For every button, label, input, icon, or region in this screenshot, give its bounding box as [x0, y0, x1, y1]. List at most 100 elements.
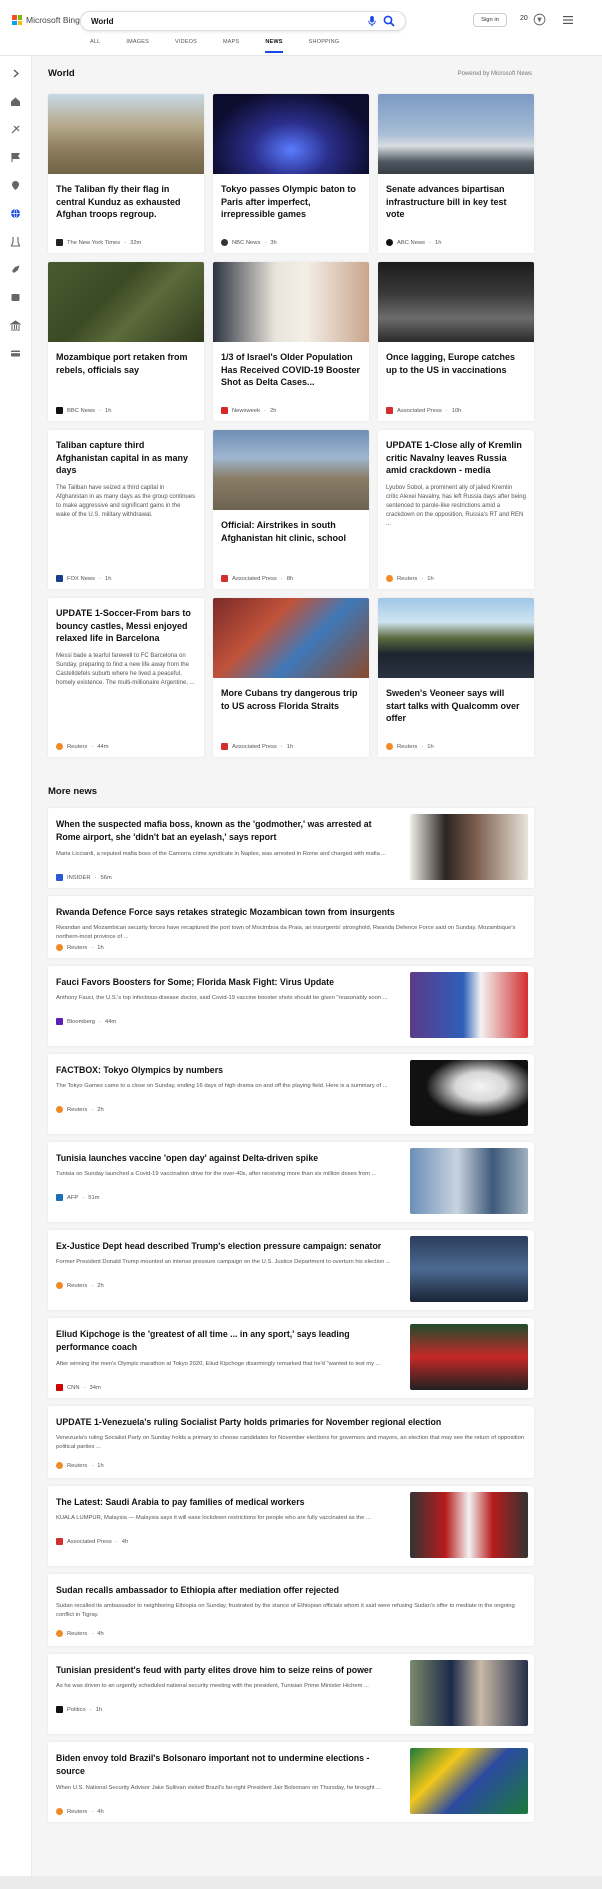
powered-by[interactable]: Powered by Microsoft News: [458, 71, 532, 77]
chevron-right-icon[interactable]: [10, 68, 21, 79]
business-icon[interactable]: [10, 320, 21, 331]
rocket-icon[interactable]: [10, 264, 21, 275]
list-item[interactable]: Ex-Justice Dept head described Trump's e…: [48, 1230, 534, 1310]
item-meta: Associated Press · 4h: [56, 1538, 128, 1545]
card-title[interactable]: Tokyo passes Olympic baton to Paris afte…: [213, 174, 369, 221]
location-icon[interactable]: [10, 180, 21, 191]
news-card[interactable]: UPDATE 1-Close ally of Kremlin critic Na…: [378, 430, 534, 589]
card-source: Associated Press: [397, 407, 442, 414]
card-time: 1h: [104, 407, 112, 414]
news-card[interactable]: Official: Airstrikes in south Afghanista…: [213, 430, 369, 589]
card-title[interactable]: Sweden's Veoneer says will start talks w…: [378, 678, 534, 725]
card-title[interactable]: Mozambique port retaken from rebels, off…: [48, 342, 204, 376]
search-input[interactable]: World: [91, 17, 114, 26]
tab-news[interactable]: NEWS: [265, 39, 283, 53]
item-time: 1h: [97, 944, 104, 951]
list-item[interactable]: Biden envoy told Brazil's Bolsonaro impo…: [48, 1742, 534, 1822]
search-box[interactable]: World: [80, 11, 406, 31]
home-icon[interactable]: [10, 96, 21, 107]
list-item[interactable]: Fauci Favors Boosters for Some; Florida …: [48, 966, 534, 1046]
card-source: Newsweek: [232, 407, 261, 414]
item-title[interactable]: UPDATE 1-Venezuela's ruling Socialist Pa…: [56, 1416, 526, 1429]
entertainment-icon[interactable]: [10, 292, 21, 303]
news-card[interactable]: Tokyo passes Olympic baton to Paris afte…: [213, 94, 369, 253]
card-title[interactable]: More Cubans try dangerous trip to US acr…: [213, 678, 369, 712]
left-rail: [0, 56, 32, 1876]
list-item[interactable]: Tunisia launches vaccine 'open day' agai…: [48, 1142, 534, 1222]
card-title[interactable]: Senate advances bipartisan infrastructur…: [378, 174, 534, 221]
news-card[interactable]: Once lagging, Europe catches up to the U…: [378, 262, 534, 421]
source-logo-icon: [221, 239, 228, 246]
item-title[interactable]: When the suspected mafia boss, known as …: [56, 818, 396, 843]
list-item[interactable]: Eliud Kipchoge is the 'greatest of all t…: [48, 1318, 534, 1398]
card-time: 1h: [104, 575, 112, 582]
card-time: 1h: [427, 575, 434, 582]
news-card[interactable]: Taliban capture third Afghanistan capita…: [48, 430, 204, 589]
tab-all[interactable]: ALL: [90, 39, 100, 53]
list-item[interactable]: FACTBOX: Tokyo Olympics by numbers The T…: [48, 1054, 534, 1134]
item-title[interactable]: Tunisia launches vaccine 'open day' agai…: [56, 1152, 396, 1165]
card-icon[interactable]: [10, 348, 21, 359]
item-title[interactable]: Sudan recalls ambassador to Ethiopia aft…: [56, 1584, 526, 1597]
item-title[interactable]: Ex-Justice Dept head described Trump's e…: [56, 1240, 396, 1253]
item-time: 4h: [97, 1630, 104, 1637]
science-icon[interactable]: [10, 236, 21, 247]
card-image: [213, 262, 369, 342]
card-source: FOX News: [67, 575, 96, 582]
source-logo-icon: [56, 874, 63, 881]
sign-in-button[interactable]: Sign in: [473, 13, 507, 27]
list-item[interactable]: When the suspected mafia boss, known as …: [48, 808, 534, 888]
list-item[interactable]: Tunisian president's feud with party eli…: [48, 1654, 534, 1734]
card-image: [213, 430, 369, 510]
card-meta: NBC News · 3h: [221, 239, 277, 246]
item-title[interactable]: Biden envoy told Brazil's Bolsonaro impo…: [56, 1752, 396, 1777]
list-item[interactable]: UPDATE 1-Venezuela's ruling Socialist Pa…: [48, 1406, 534, 1478]
card-title[interactable]: UPDATE 1-Close ally of Kremlin critic Na…: [378, 430, 534, 477]
list-item[interactable]: Sudan recalls ambassador to Ethiopia aft…: [48, 1574, 534, 1646]
item-title[interactable]: The Latest: Saudi Arabia to pay families…: [56, 1496, 396, 1509]
card-title[interactable]: Once lagging, Europe catches up to the U…: [378, 342, 534, 376]
source-logo-icon: [221, 743, 228, 750]
news-card[interactable]: Sweden's Veoneer says will start talks w…: [378, 598, 534, 757]
item-time: 44m: [104, 1018, 117, 1025]
source-logo-icon: [56, 1706, 63, 1713]
list-item[interactable]: Rwanda Defence Force says retakes strate…: [48, 896, 534, 958]
item-image: [410, 814, 528, 880]
rewards-icon[interactable]: [533, 13, 546, 26]
tab-images[interactable]: IMAGES: [126, 39, 149, 53]
card-title[interactable]: Official: Airstrikes in south Afghanista…: [213, 510, 369, 544]
item-title[interactable]: Rwanda Defence Force says retakes strate…: [56, 906, 526, 919]
news-card[interactable]: The Taliban fly their flag in central Ku…: [48, 94, 204, 253]
tab-shopping[interactable]: SHOPPING: [309, 39, 340, 53]
menu-icon[interactable]: [563, 16, 573, 24]
tab-videos[interactable]: VIDEOS: [175, 39, 197, 53]
item-source: Reuters: [67, 1630, 88, 1637]
item-source: Reuters: [67, 1808, 88, 1815]
card-title[interactable]: The Taliban fly their flag in central Ku…: [48, 174, 204, 221]
microphone-icon[interactable]: [367, 16, 377, 27]
item-source: Reuters: [67, 1106, 88, 1113]
sports-icon[interactable]: [10, 124, 21, 135]
news-card[interactable]: 1/3 of Israel's Older Population Has Rec…: [213, 262, 369, 421]
card-title[interactable]: Taliban capture third Afghanistan capita…: [48, 430, 204, 477]
card-meta: Newsweek · 2h: [221, 407, 276, 414]
item-title[interactable]: Fauci Favors Boosters for Some; Florida …: [56, 976, 396, 989]
card-title[interactable]: UPDATE 1-Soccer-From bars to bouncy cast…: [48, 598, 204, 645]
tab-maps[interactable]: MAPS: [223, 39, 239, 53]
rewards-points[interactable]: 20: [520, 15, 528, 22]
item-title[interactable]: FACTBOX: Tokyo Olympics by numbers: [56, 1064, 396, 1077]
bing-logo[interactable]: Microsoft Bing: [12, 15, 80, 25]
source-logo-icon: [221, 575, 228, 582]
globe-icon[interactable]: [10, 208, 21, 219]
card-title[interactable]: 1/3 of Israel's Older Population Has Rec…: [213, 342, 369, 389]
news-card[interactable]: More Cubans try dangerous trip to US acr…: [213, 598, 369, 757]
item-title[interactable]: Eliud Kipchoge is the 'greatest of all t…: [56, 1328, 396, 1353]
card-source: Reuters: [67, 743, 88, 750]
news-card[interactable]: Mozambique port retaken from rebels, off…: [48, 262, 204, 421]
search-icon[interactable]: [383, 15, 395, 27]
item-title[interactable]: Tunisian president's feud with party eli…: [56, 1664, 396, 1677]
news-card[interactable]: UPDATE 1-Soccer-From bars to bouncy cast…: [48, 598, 204, 757]
list-item[interactable]: The Latest: Saudi Arabia to pay families…: [48, 1486, 534, 1566]
flag-icon[interactable]: [10, 152, 21, 163]
news-card[interactable]: Senate advances bipartisan infrastructur…: [378, 94, 534, 253]
